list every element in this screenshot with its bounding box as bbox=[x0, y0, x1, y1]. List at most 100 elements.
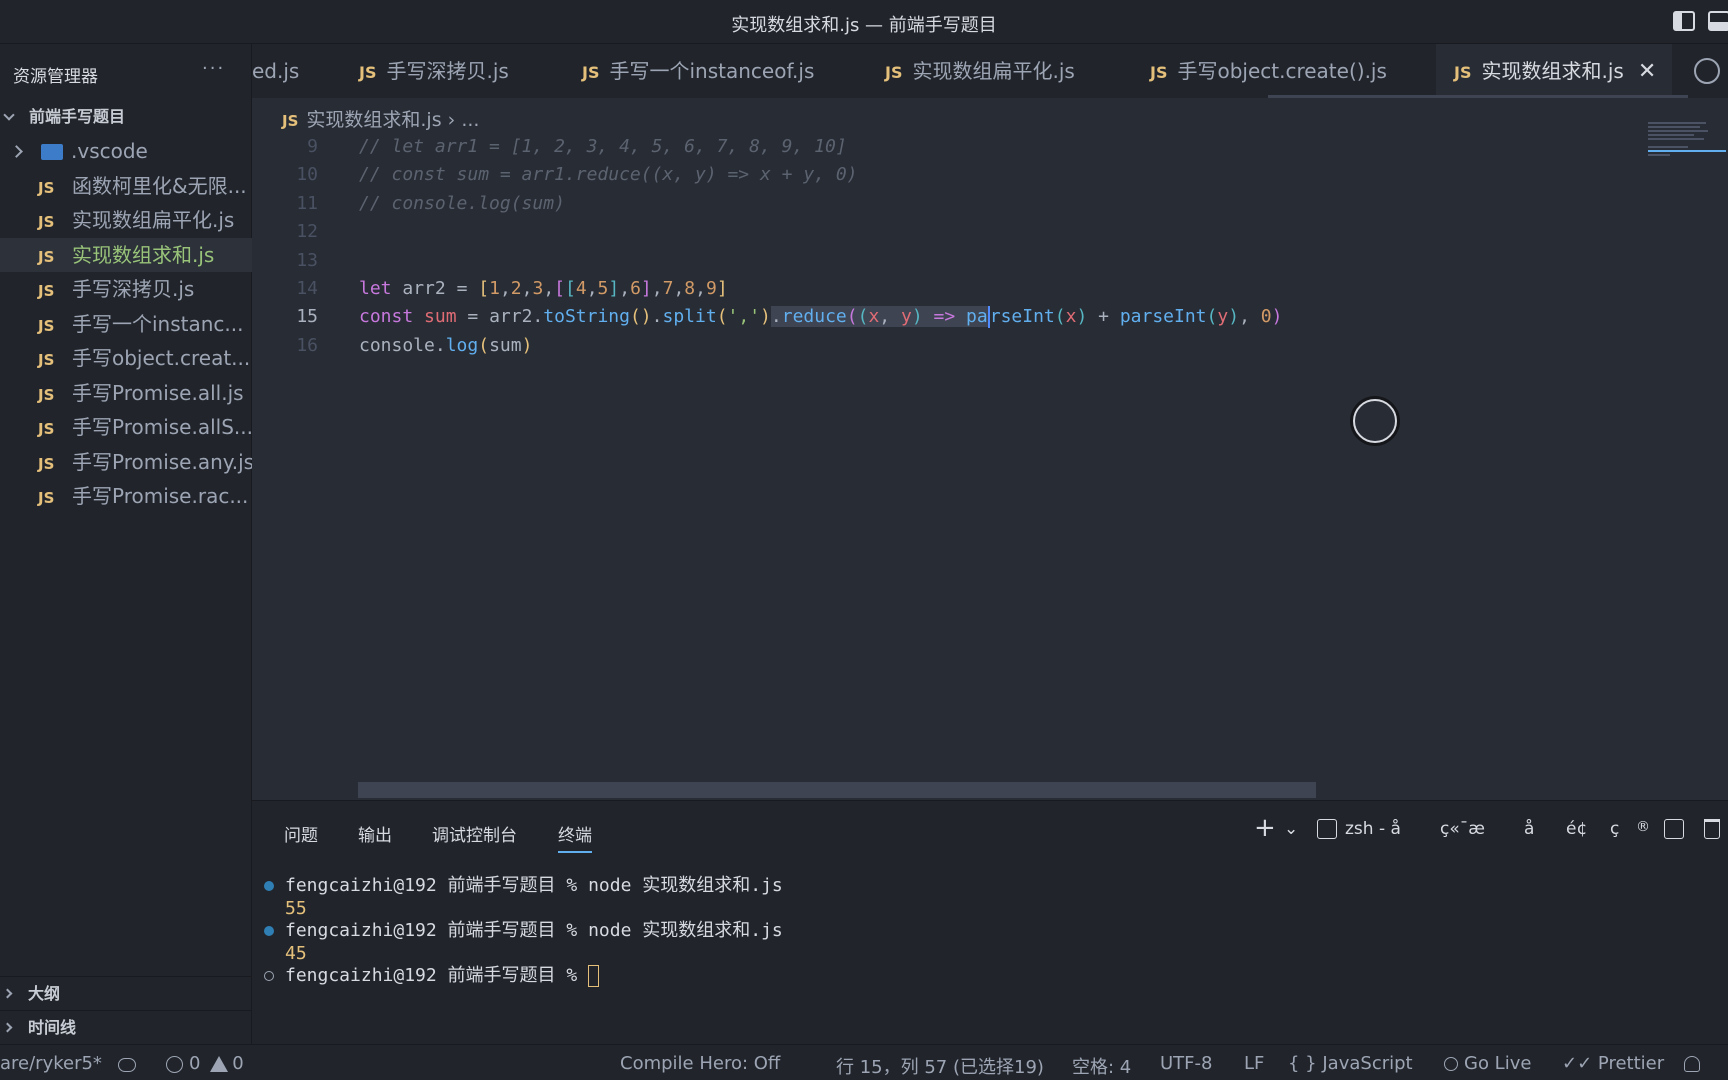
timeline-section[interactable]: 时间线 bbox=[0, 1010, 252, 1044]
live-share-icon[interactable] bbox=[1694, 58, 1720, 84]
terminal-output[interactable]: fengcaizhi@192 前端手写题目 % node 实现数组求和.js 5… bbox=[262, 875, 783, 988]
panel-action[interactable]: ç«¯æ bbox=[1440, 819, 1485, 839]
file-item[interactable]: JS 手写object.creat... bbox=[0, 341, 252, 376]
breadcrumb: JS 实现数组求和.js › ... bbox=[282, 105, 479, 132]
status-branch[interactable]: are/ryker5* bbox=[0, 1053, 102, 1074]
chevron-right-icon bbox=[2, 988, 13, 999]
status-problems[interactable]: 0 0 bbox=[166, 1053, 244, 1074]
workspace-folder-label: 前端手写题目 bbox=[29, 107, 126, 126]
tab-label: ed.js bbox=[252, 59, 300, 83]
minimap[interactable] bbox=[1648, 120, 1728, 380]
tab[interactable]: JS 手写深拷贝.js bbox=[359, 44, 509, 98]
terminal-selector[interactable]: zsh - å bbox=[1317, 819, 1401, 839]
js-file-icon: JS bbox=[38, 316, 55, 335]
chevron-right-icon bbox=[2, 1022, 13, 1033]
close-icon[interactable]: ✕ bbox=[1638, 59, 1656, 84]
file-label: 手写深拷贝.js bbox=[72, 277, 195, 301]
trash-icon[interactable] bbox=[1704, 819, 1720, 839]
code-line: 12 bbox=[252, 218, 1652, 246]
code-comment: // const sum = arr1.reduce((x, y) => x +… bbox=[359, 164, 858, 186]
terminal-line: fengcaizhi@192 前端手写题目 % node 实现数组求和.js bbox=[262, 920, 783, 943]
tab-label: 手写object.create().js bbox=[1177, 59, 1387, 83]
error-icon bbox=[166, 1055, 183, 1073]
file-label: .vscode bbox=[71, 139, 148, 163]
js-file-icon: JS bbox=[38, 420, 55, 438]
breadcrumb-rest[interactable]: ... bbox=[461, 109, 479, 131]
bottom-panel: 问题 输出 调试控制台 终端 + ⌄ zsh - å ç«¯æ å é¢ ç ®… bbox=[252, 800, 1728, 1044]
panel-action[interactable]: é¢ bbox=[1566, 819, 1587, 839]
explorer-sidebar: 资源管理器 ··· 前端手写题目 .vscode JS 函数柯里化&无限... J… bbox=[0, 44, 252, 1044]
tab[interactable]: JS 实现数组扁平化.js bbox=[885, 44, 1075, 98]
bell-icon[interactable] bbox=[1684, 1056, 1700, 1072]
toggle-panel-icon[interactable] bbox=[1708, 11, 1728, 31]
code-line-current: 15 const sum = arr2.toString().split(',')… bbox=[252, 303, 1652, 331]
file-item[interactable]: JS 手写深拷贝.js bbox=[0, 272, 252, 307]
status-language[interactable]: { } JavaScript bbox=[1288, 1053, 1413, 1074]
line-number: 14 bbox=[296, 277, 318, 299]
tab-debug-console[interactable]: 调试控制台 bbox=[432, 821, 517, 846]
file-item[interactable]: JS 函数柯里化&无限... bbox=[0, 169, 252, 204]
workspace-folder[interactable]: 前端手写题目 bbox=[0, 102, 252, 132]
code-line: 16 console.log(sum) bbox=[252, 332, 1652, 360]
tab[interactable]: JS 手写object.create().js bbox=[1150, 44, 1387, 98]
file-list: .vscode JS 函数柯里化&无限... JS 实现数组扁平化.js JS 实现数… bbox=[0, 134, 252, 514]
js-file-icon: JS bbox=[1150, 63, 1168, 82]
js-file-icon: JS bbox=[582, 63, 600, 82]
js-file-icon: JS bbox=[38, 489, 55, 507]
file-item-vscode[interactable]: .vscode bbox=[0, 134, 252, 169]
panel-action[interactable]: ® bbox=[1636, 819, 1650, 835]
code-line: 14 let arr2 = [1,2,3,[[4,5],6],7,8,9] bbox=[252, 275, 1652, 303]
terminal-line: fengcaizhi@192 前端手写题目 % bbox=[262, 965, 783, 988]
sync-icon[interactable] bbox=[118, 1058, 136, 1072]
status-golive[interactable]: Go Live bbox=[1444, 1053, 1531, 1074]
status-cursor-position[interactable]: 行 15，列 57 (已选择19) bbox=[836, 1053, 1044, 1079]
code-editor[interactable]: JS 实现数组求和.js › ... 9 // let arr1 = [1, 2, … bbox=[252, 98, 1728, 800]
js-file-icon: JS bbox=[38, 213, 55, 231]
panel-action[interactable]: ç bbox=[1610, 819, 1619, 839]
mouse-cursor bbox=[1353, 399, 1397, 443]
js-file-icon: JS bbox=[885, 63, 903, 82]
file-item[interactable]: JS 手写一个instanc... bbox=[0, 307, 252, 342]
breadcrumb-file[interactable]: 实现数组求和.js bbox=[306, 109, 441, 131]
terminal-output-line: 45 bbox=[285, 942, 307, 964]
add-terminal-icon[interactable]: + bbox=[1254, 813, 1276, 843]
code-text: console.log(sum) bbox=[359, 334, 533, 356]
explorer-title: 资源管理器 bbox=[13, 67, 98, 87]
chevron-down-icon[interactable]: ⌄ bbox=[1284, 819, 1298, 839]
file-item[interactable]: JS 手写Promise.all.js bbox=[0, 376, 252, 411]
line-number: 9 bbox=[307, 136, 318, 157]
js-file-icon: JS bbox=[38, 454, 55, 473]
status-indentation[interactable]: 空格: 4 bbox=[1072, 1053, 1131, 1079]
split-terminal-icon[interactable] bbox=[1664, 819, 1684, 839]
status-encoding[interactable]: UTF-8 bbox=[1160, 1053, 1212, 1074]
toggle-sidebar-icon[interactable] bbox=[1673, 11, 1695, 31]
window-title: 实现数组求和.js — 前端手写题目 bbox=[731, 15, 997, 36]
tab[interactable]: ed.js bbox=[252, 44, 299, 98]
file-item[interactable]: JS 实现数组扁平化.js bbox=[0, 203, 252, 238]
status-eol[interactable]: LF bbox=[1244, 1053, 1264, 1074]
file-label: 手写Promise.allS... bbox=[72, 415, 252, 439]
line-number: 12 bbox=[296, 221, 318, 243]
tab-terminal[interactable]: 终端 bbox=[558, 821, 592, 853]
tab-active[interactable]: JS 实现数组求和.js ✕ bbox=[1436, 44, 1673, 98]
file-item[interactable]: JS 手写Promise.any.js bbox=[0, 445, 252, 480]
status-compile-hero[interactable]: Compile Hero: Off bbox=[620, 1053, 780, 1074]
terminal-icon bbox=[1317, 819, 1337, 839]
terminal-line: fengcaizhi@192 前端手写题目 % node 实现数组求和.js bbox=[262, 875, 783, 898]
outline-section[interactable]: 大纲 bbox=[0, 976, 252, 1010]
braces-icon: { } bbox=[1288, 1053, 1317, 1074]
file-item[interactable]: JS 手写Promise.allS... bbox=[0, 410, 252, 445]
more-actions-icon[interactable]: ··· bbox=[202, 58, 225, 79]
file-item[interactable]: JS 手写Promise.rac... bbox=[0, 479, 252, 514]
tab[interactable]: JS 手写一个instanceof.js bbox=[582, 44, 814, 98]
panel-action[interactable]: å bbox=[1524, 819, 1534, 839]
tab-output[interactable]: 输出 bbox=[358, 821, 392, 846]
chevron-down-icon bbox=[3, 109, 15, 121]
tab-problems[interactable]: 问题 bbox=[284, 821, 318, 846]
horizontal-scrollbar[interactable] bbox=[358, 782, 1316, 798]
tab-label: 实现数组求和.js bbox=[1481, 59, 1624, 83]
status-prettier[interactable]: ✓✓ Prettier bbox=[1562, 1053, 1664, 1074]
file-item-active[interactable]: JS 实现数组求和.js bbox=[0, 237, 252, 272]
line-number: 10 bbox=[296, 164, 318, 186]
file-label: 手写object.creat... bbox=[72, 346, 251, 370]
